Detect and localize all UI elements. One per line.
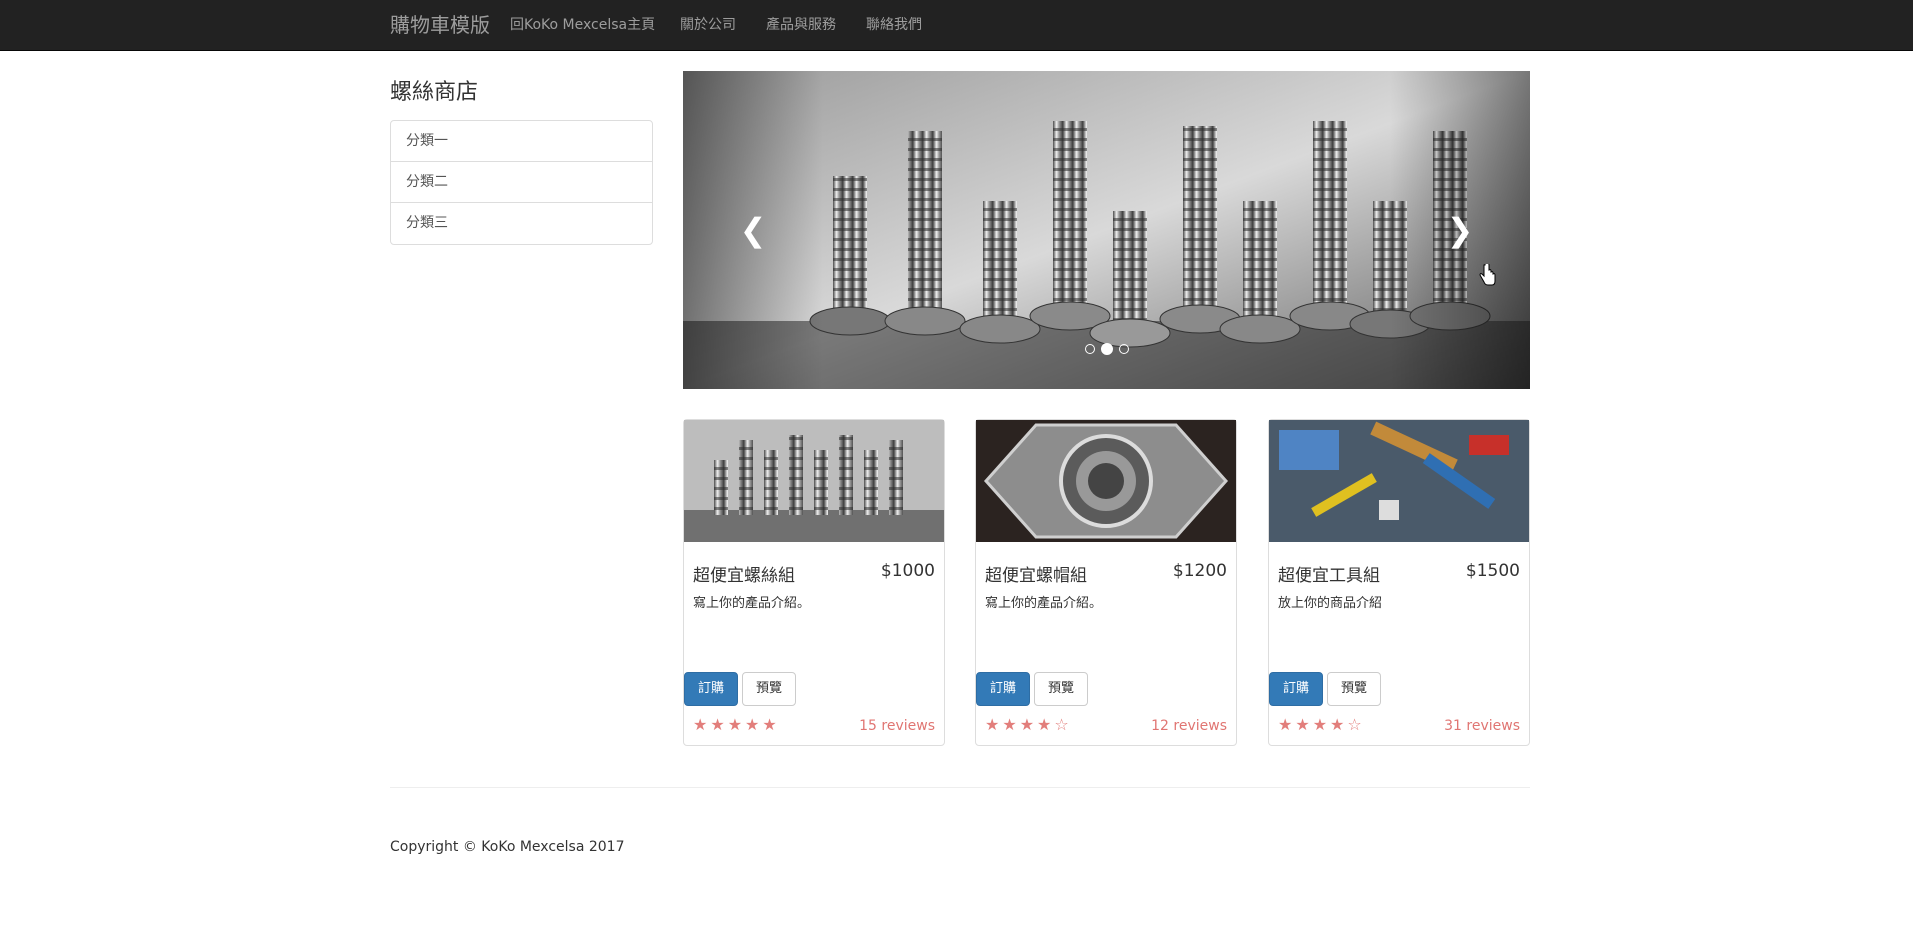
- product-name[interactable]: 超便宜螺帽組: [985, 561, 1087, 586]
- order-button[interactable]: 訂購: [976, 672, 1030, 706]
- product-description: 放上你的商品介紹: [1278, 596, 1383, 611]
- product-card: 超便宜螺絲組 $1000 寫上你的產品介紹。 訂購 預覽 ★★★★★ 15 re…: [683, 419, 945, 746]
- review-count[interactable]: 15 reviews: [859, 718, 935, 734]
- product-card: 超便宜螺帽組 $1200 寫上你的產品介紹。 訂購 預覽 ★★★★☆ 12 re…: [975, 419, 1237, 746]
- navbar-brand[interactable]: 購物車模版: [390, 0, 490, 51]
- order-button[interactable]: 訂購: [1269, 672, 1323, 706]
- nav-link-about[interactable]: 關於公司: [680, 0, 736, 51]
- product-image-screws[interactable]: [684, 420, 944, 542]
- chevron-left-icon: ❮: [739, 211, 767, 249]
- product-price: $1500: [1465, 561, 1520, 581]
- carousel-prev-button[interactable]: ❮: [683, 71, 823, 389]
- category-list: 分類一 分類二 分類三: [390, 120, 653, 245]
- product-card: 超便宜工具組 $1500 放上你的商品介紹 訂購 預覽 ★★★★☆ 31 rev…: [1268, 419, 1530, 746]
- chevron-right-icon: ❯: [1446, 211, 1474, 249]
- carousel-indicator-2[interactable]: [1100, 343, 1113, 355]
- footer-divider: [390, 787, 1530, 788]
- image-carousel: ❮ ❯: [683, 71, 1530, 389]
- product-image-tools[interactable]: [1269, 420, 1529, 542]
- star-rating: ★★★★☆: [985, 715, 1072, 734]
- review-count[interactable]: 12 reviews: [1151, 718, 1227, 734]
- order-button[interactable]: 訂購: [684, 672, 738, 706]
- copyright-text: Copyright © KoKo Mexcelsa 2017: [390, 839, 625, 855]
- category-item-2[interactable]: 分類二: [391, 162, 652, 203]
- carousel-next-button[interactable]: ❯: [1390, 71, 1530, 389]
- preview-button[interactable]: 預覽: [742, 672, 796, 706]
- carousel-indicator-3[interactable]: [1118, 344, 1129, 354]
- product-description: 寫上你的產品介紹。: [693, 596, 811, 611]
- nav-link-contact[interactable]: 聯絡我們: [866, 0, 922, 51]
- hand-cursor-icon: [1479, 264, 1496, 286]
- nav-link-home[interactable]: 回KoKo Mexcelsa主頁: [510, 0, 655, 51]
- product-name[interactable]: 超便宜螺絲組: [693, 561, 795, 586]
- top-navbar: 購物車模版 回KoKo Mexcelsa主頁 關於公司 產品與服務 聯絡我們: [0, 0, 1913, 51]
- product-name[interactable]: 超便宜工具組: [1278, 561, 1380, 586]
- carousel-indicators: [683, 343, 1530, 355]
- product-description: 寫上你的產品介紹。: [985, 596, 1103, 611]
- product-price: $1000: [880, 561, 935, 581]
- product-image-nuts[interactable]: [976, 420, 1236, 542]
- shop-title: 螺絲商店: [390, 80, 479, 105]
- carousel-indicator-1[interactable]: [1084, 344, 1095, 354]
- preview-button[interactable]: 預覽: [1034, 672, 1088, 706]
- category-item-1[interactable]: 分類一: [391, 121, 652, 162]
- review-count[interactable]: 31 reviews: [1444, 718, 1520, 734]
- nav-link-services[interactable]: 產品與服務: [766, 0, 836, 51]
- category-item-3[interactable]: 分類三: [391, 203, 652, 244]
- preview-button[interactable]: 預覽: [1327, 672, 1381, 706]
- star-rating: ★★★★★: [693, 715, 780, 734]
- star-rating: ★★★★☆: [1278, 715, 1365, 734]
- product-price: $1200: [1172, 561, 1227, 581]
